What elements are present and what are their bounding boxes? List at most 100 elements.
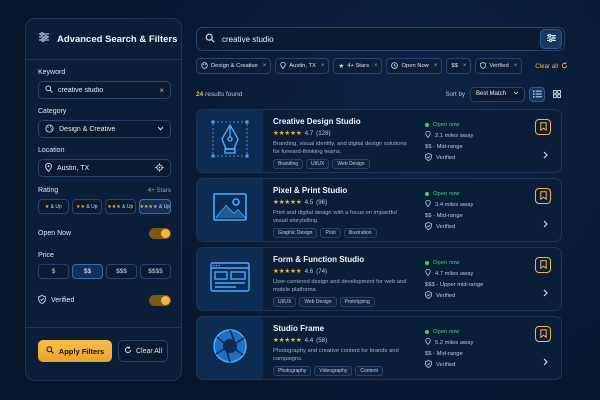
category-select[interactable]: Design & Creative [38, 120, 171, 138]
card-description: Photography and creative content for bra… [273, 348, 399, 362]
location-value: Austin, TX [57, 164, 90, 172]
search-icon [205, 30, 215, 48]
filter-chip-category[interactable]: Design & Creative × [196, 58, 272, 74]
price-label: Price [38, 252, 54, 259]
pen-tool-icon [210, 119, 250, 164]
open-now-toggle[interactable] [149, 227, 171, 239]
card-meta: Open now 5.2 miles away $$ - Mid-range V… [425, 326, 525, 370]
card-tag[interactable]: Illustration [343, 228, 377, 238]
status-dot-icon [425, 260, 429, 265]
bookmark-button[interactable] [535, 326, 551, 342]
clear-all-filters-link[interactable]: Clear all [535, 61, 568, 71]
rating-option-4[interactable]: ★★★★ & Up [138, 199, 171, 214]
bookmark-icon [539, 256, 547, 274]
card-tag[interactable]: Web Design [332, 159, 370, 169]
search-query: creative studio [222, 34, 274, 44]
sliders-icon [38, 30, 50, 48]
location-pin-icon [425, 199, 431, 209]
card-tag[interactable]: Branding [273, 159, 304, 169]
grid-view-button[interactable] [549, 87, 565, 102]
category-value: Design & Creative [59, 125, 116, 133]
price-option-3[interactable]: $$$ [106, 264, 137, 279]
card-tag[interactable]: Prototyping [339, 297, 375, 307]
shield-check-icon [38, 294, 46, 306]
clear-keyword-icon[interactable]: × [159, 86, 164, 95]
card-tag[interactable]: Web Design [299, 297, 337, 307]
verified-badge: Verified [425, 221, 525, 232]
verified-label: Verified [51, 296, 75, 304]
card-tag[interactable]: Content [355, 366, 383, 376]
card-title[interactable]: Pixel & Print Studio [273, 186, 413, 195]
remove-filter-icon[interactable]: × [463, 63, 467, 69]
chevron-right-icon[interactable] [543, 284, 548, 302]
result-card[interactable]: Studio Frame ★★★★★ 4.4 (58) Photography an… [196, 316, 562, 380]
keyword-input[interactable]: creative studio × [38, 81, 171, 99]
card-tag[interactable]: UI/UX [273, 297, 297, 307]
price-option-2[interactable]: $$ [72, 264, 103, 279]
card-tag[interactable]: Graphic Design [273, 228, 318, 238]
filter-chip-location[interactable]: Austin, TX × [275, 58, 330, 74]
result-card[interactable]: Form & Function Studio ★★★★★ 4.6 (74) User… [196, 247, 562, 311]
list-view-button[interactable] [529, 86, 545, 102]
clear-all-button[interactable]: Clear All [118, 340, 168, 362]
filter-chip-label: Verified [489, 63, 509, 69]
shield-check-icon [480, 61, 487, 71]
apply-filters-label: Apply Filters [58, 346, 105, 356]
chevron-right-icon[interactable] [543, 146, 548, 164]
results-suffix: results found [205, 90, 243, 98]
filter-settings-button[interactable] [540, 29, 562, 49]
rating-suffix: & Up [122, 203, 134, 210]
apply-filters-button[interactable]: Apply Filters [38, 340, 112, 362]
rating-selected: 4+ Stars [147, 187, 171, 194]
clock-icon [391, 61, 399, 71]
main-search-bar[interactable]: creative studio [196, 27, 565, 51]
bookmark-button[interactable] [535, 257, 551, 273]
price-option-4[interactable]: $$$$ [140, 264, 171, 279]
sort-select[interactable]: Best Match [470, 86, 525, 102]
remove-filter-icon[interactable]: × [514, 63, 518, 69]
card-info: Pixel & Print Studio ★★★★★ 4.5 (96) Print … [273, 186, 413, 238]
remove-filter-icon[interactable]: × [263, 63, 267, 69]
chevron-down-icon [513, 91, 519, 97]
result-card[interactable]: Pixel & Print Studio ★★★★★ 4.5 (96) Print … [196, 178, 562, 242]
bookmark-button[interactable] [535, 188, 551, 204]
rating-option-2[interactable]: ★★ & Up [71, 199, 103, 214]
results-bar: 24 results found Sort by Best Match [196, 86, 565, 102]
rating-option-1[interactable]: ★ & Up [38, 199, 69, 214]
remove-filter-icon[interactable]: × [434, 63, 438, 69]
crosshair-icon[interactable] [155, 162, 164, 174]
bookmark-button[interactable] [535, 119, 551, 135]
location-input[interactable]: Austin, TX [38, 159, 171, 177]
filter-chip-open-now[interactable]: Open Now × [386, 58, 443, 74]
card-tag[interactable]: Print [320, 228, 341, 238]
price-range: $$ - Mid-range [425, 350, 463, 357]
chevron-right-icon[interactable] [543, 215, 548, 233]
shield-check-icon [425, 221, 432, 232]
filter-chip-rating[interactable]: ★ 4+ Stars × [333, 58, 383, 74]
results-number: 24 [196, 90, 204, 98]
rating-option-3[interactable]: ★★★ & Up [105, 199, 136, 214]
filter-chip-verified[interactable]: Verified × [475, 58, 523, 74]
card-tag[interactable]: Photography [273, 366, 312, 376]
card-title[interactable]: Creative Design Studio [273, 117, 413, 126]
verified-text: Verified [436, 223, 456, 230]
rating-stars: ★ [44, 203, 50, 210]
verified-toggle[interactable] [149, 294, 171, 306]
remove-filter-icon[interactable]: × [374, 63, 378, 69]
card-tag[interactable]: Videography [314, 366, 353, 376]
card-title[interactable]: Form & Function Studio [273, 255, 413, 264]
chevron-right-icon[interactable] [543, 353, 548, 371]
remove-filter-icon[interactable]: × [321, 63, 325, 69]
distance-text: 4.7 miles away [435, 270, 474, 277]
card-rating: ★★★★★ 4.5 (96) [273, 198, 413, 207]
card-title[interactable]: Studio Frame [273, 324, 413, 333]
rating-stars: ★★★ [107, 203, 121, 210]
result-card[interactable]: Creative Design Studio ★★★★★ 4.7 (128) Bra… [196, 109, 562, 173]
card-info: Creative Design Studio ★★★★★ 4.7 (128) Bra… [273, 117, 413, 169]
price-option-1[interactable]: $ [38, 264, 69, 279]
filter-chip-price[interactable]: $$ × [446, 58, 472, 74]
sort-label: Sort by [445, 90, 465, 98]
card-tag[interactable]: UI/UX [306, 159, 330, 169]
keyword-label: Keyword [38, 69, 66, 76]
filter-chip-label: Design & Creative [211, 63, 258, 69]
